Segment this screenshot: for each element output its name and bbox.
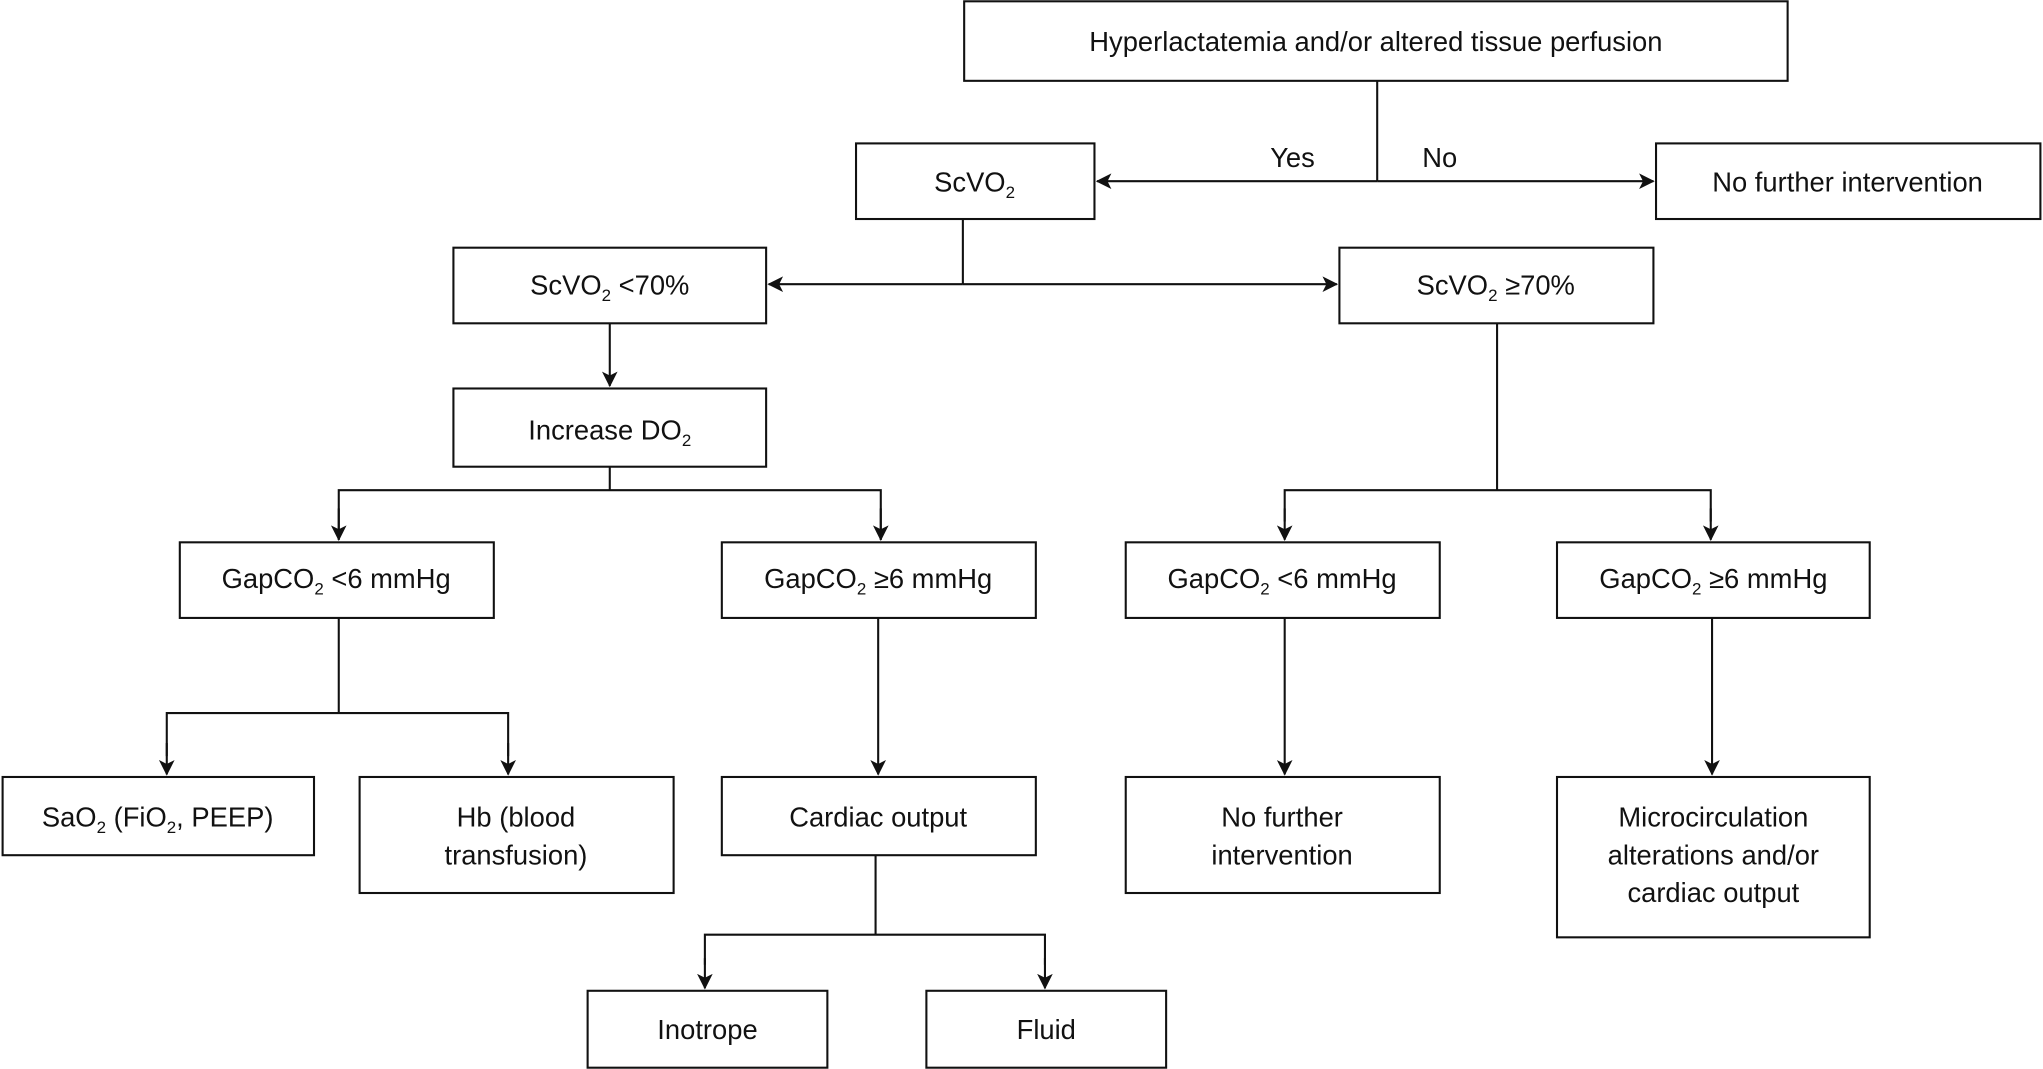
svg-text:Hyperlactatemia and/or altered: Hyperlactatemia and/or altered tissue pe… <box>1089 26 1662 57</box>
svg-text:Microcirculation: Microcirculation <box>1618 802 1808 833</box>
node-gapco2-low-right: GapCO2 <6 mmHg <box>1124 541 1441 619</box>
node-gapco2-low-left: GapCO2 <6 mmHg <box>178 541 495 619</box>
svg-text:No further: No further <box>1221 802 1343 833</box>
node-gapco2-high-right: GapCO2 ≥6 mmHg <box>1555 541 1871 619</box>
svg-text:GapCO2 ≥6 mmHg: GapCO2 ≥6 mmHg <box>1599 563 1827 599</box>
svg-text:Hb (blood: Hb (blood <box>457 802 576 833</box>
node-no-further-intervention-bottom: No further intervention <box>1124 775 1441 895</box>
node-fluid: Fluid <box>925 989 1168 1069</box>
svg-text:GapCO2 <6 mmHg: GapCO2 <6 mmHg <box>1168 563 1397 599</box>
svg-text:No further intervention: No further intervention <box>1712 167 1983 198</box>
node-scvo2: ScVO2 <box>854 142 1096 221</box>
svg-text:GapCO2 <6 mmHg: GapCO2 <6 mmHg <box>222 563 451 599</box>
node-increase-do2: Increase DO2 <box>452 387 768 468</box>
svg-text:GapCO2 ≥6 mmHg: GapCO2 ≥6 mmHg <box>764 563 992 599</box>
node-gapco2-high-left: GapCO2 ≥6 mmHg <box>720 541 1037 619</box>
node-microcirculation: Microcirculation alterations and/or card… <box>1555 775 1871 939</box>
node-inotrope: Inotrope <box>586 989 829 1069</box>
svg-text:SaO2 (FiO2, PEEP): SaO2 (FiO2, PEEP) <box>42 802 274 838</box>
svg-text:transfusion): transfusion) <box>445 839 588 870</box>
edge-label-yes: Yes <box>1270 142 1315 173</box>
node-scvo2-low: ScVO2 <70% <box>452 246 768 325</box>
svg-text:Increase DO2: Increase DO2 <box>528 414 691 450</box>
edge-label-no: No <box>1422 142 1457 173</box>
svg-text:Fluid: Fluid <box>1017 1014 1076 1045</box>
node-sao2: SaO2 (FiO2, PEEP) <box>1 775 316 857</box>
flowchart: Yes No Hyperlactatemia and/or altered ti… <box>1 0 2042 1069</box>
svg-text:cardiac output: cardiac output <box>1627 877 1799 908</box>
node-root: Hyperlactatemia and/or altered tissue pe… <box>963 0 1789 82</box>
node-cardiac-output: Cardiac output <box>720 775 1037 857</box>
svg-text:intervention: intervention <box>1211 839 1352 870</box>
svg-text:ScVO2: ScVO2 <box>934 167 1015 203</box>
svg-text:Cardiac output: Cardiac output <box>789 802 967 833</box>
svg-text:Inotrope: Inotrope <box>657 1014 757 1045</box>
node-no-further-intervention-top: No further intervention <box>1654 142 2042 221</box>
svg-text:alterations and/or: alterations and/or <box>1608 839 1819 870</box>
node-scvo2-high: ScVO2 ≥70% <box>1338 246 1655 325</box>
node-hb: Hb (blood transfusion) <box>358 775 675 895</box>
